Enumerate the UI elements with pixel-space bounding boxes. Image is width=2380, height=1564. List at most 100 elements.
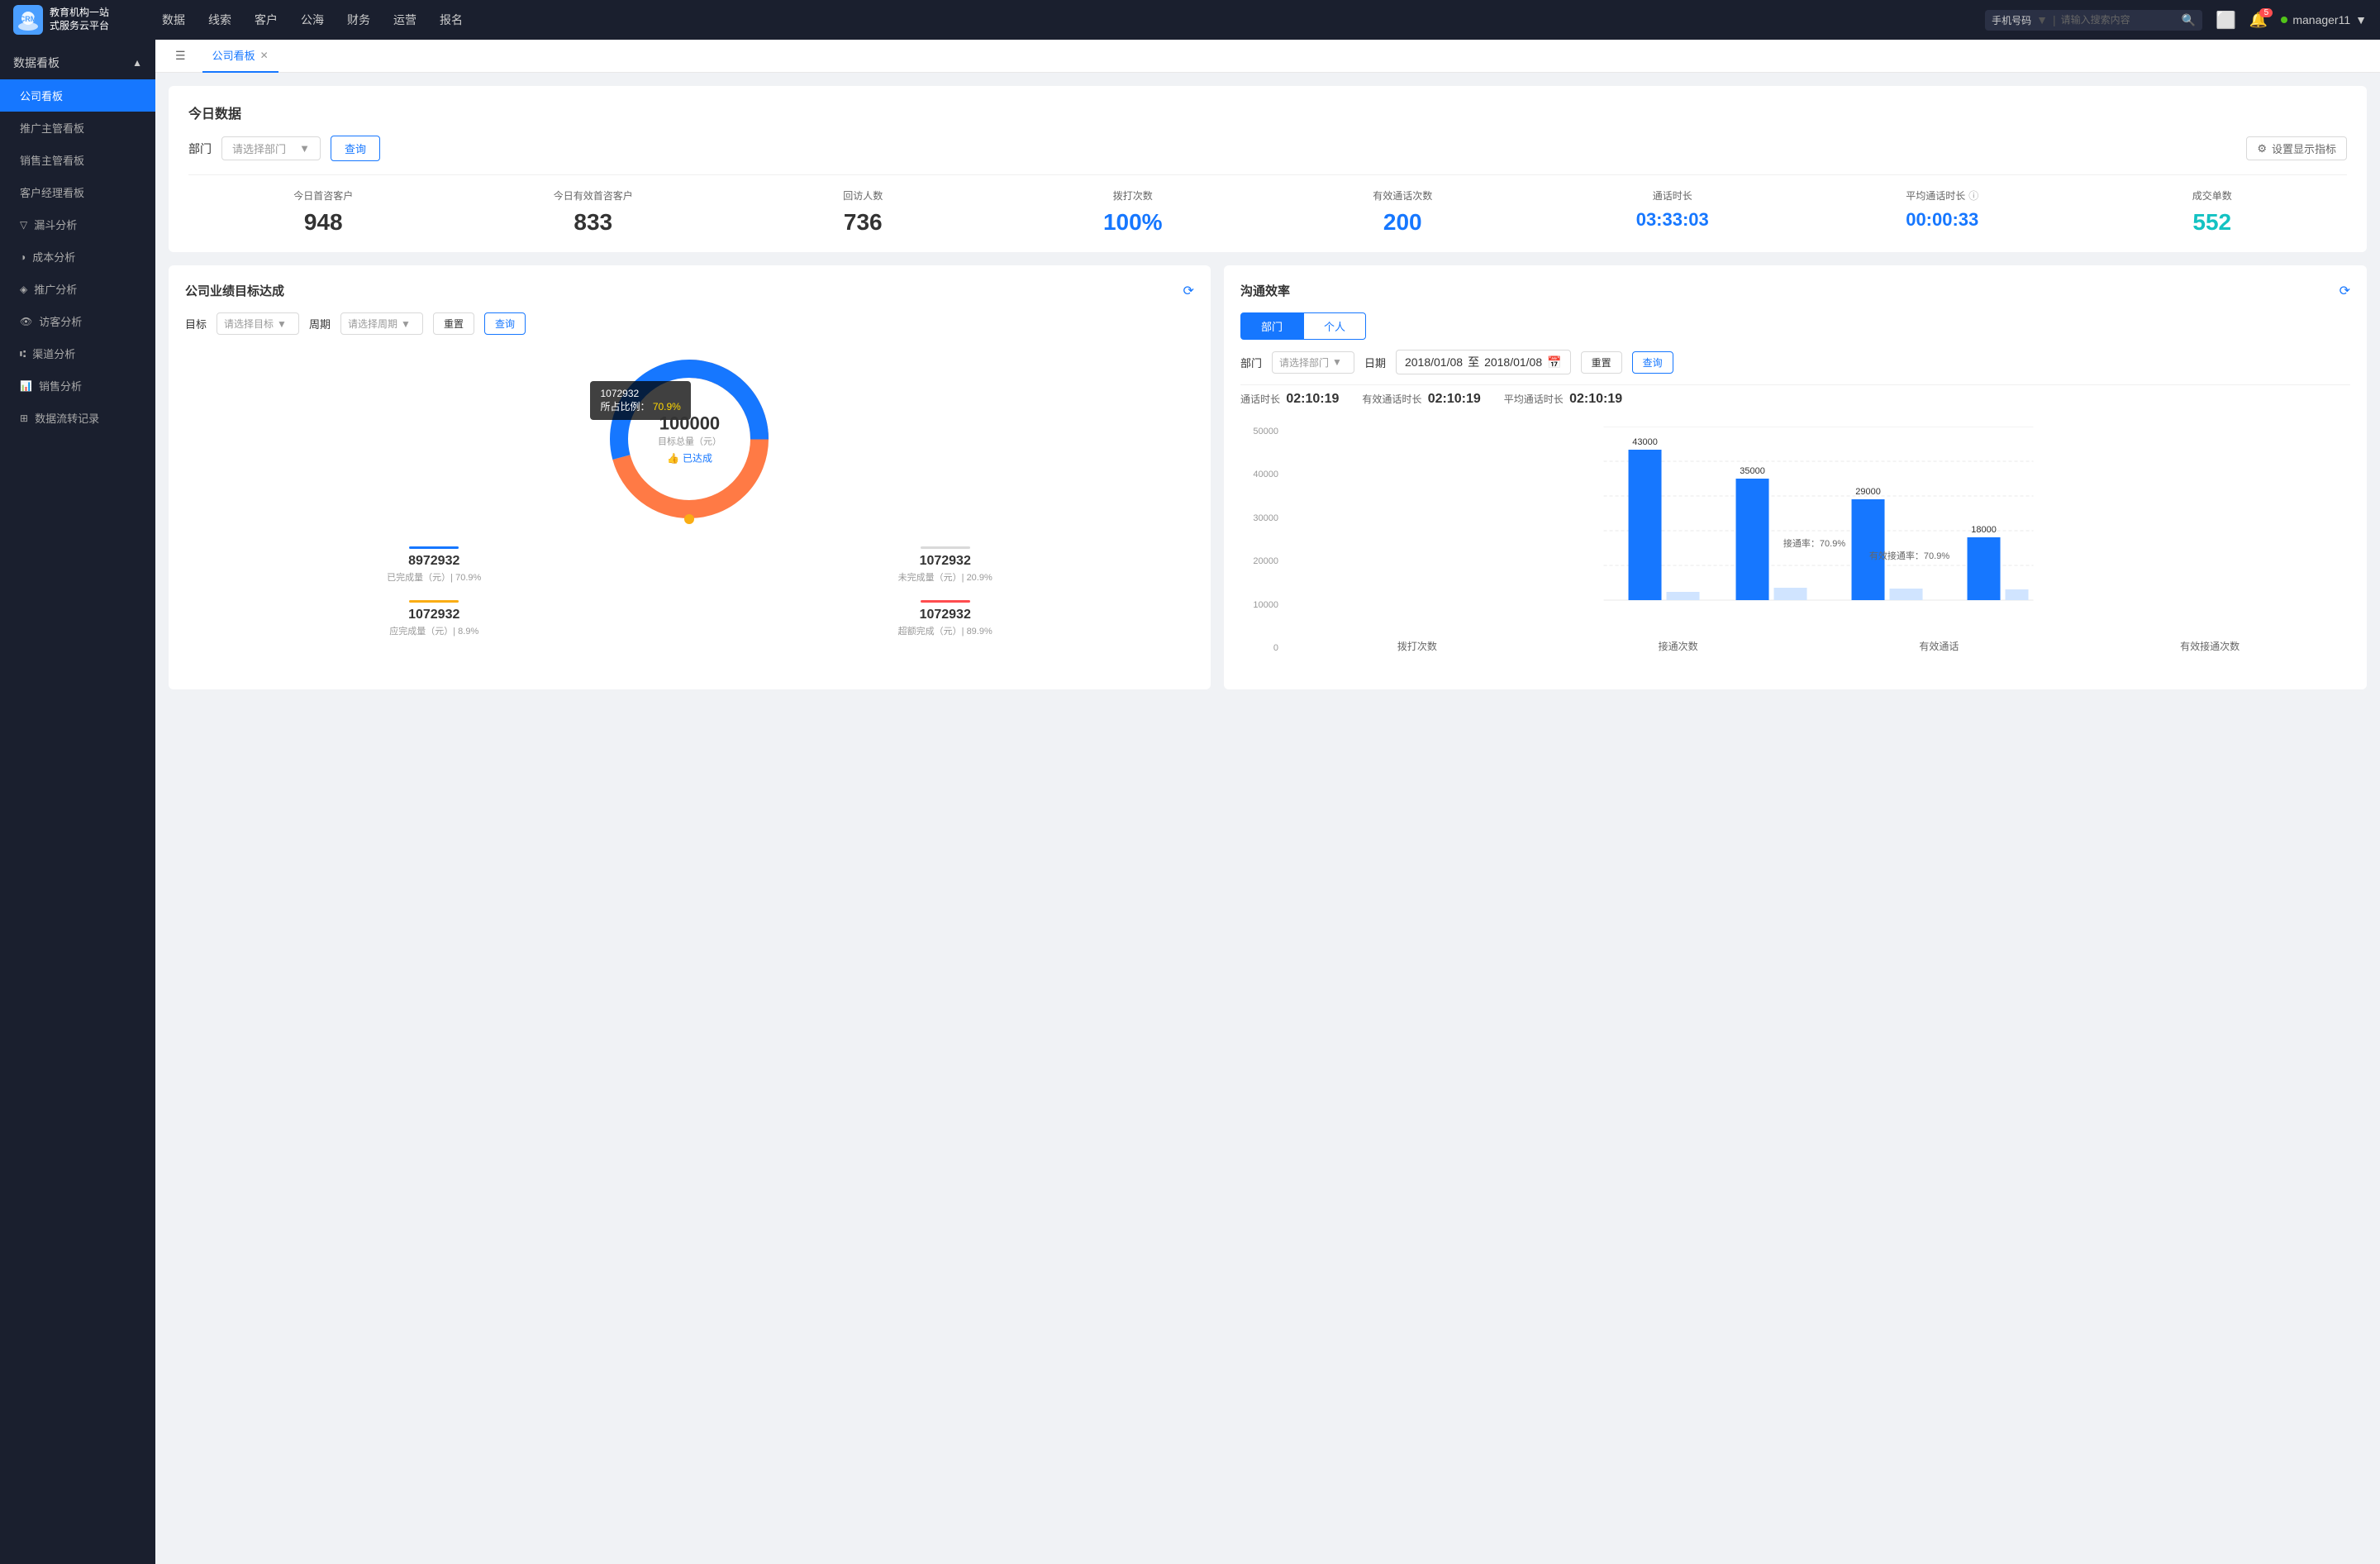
target-refresh-icon[interactable]: ⟳ xyxy=(1183,283,1194,299)
notification-icon[interactable]: 🔔 5 xyxy=(2249,12,2268,29)
nav-customers[interactable]: 客户 xyxy=(255,12,278,28)
sidebar-item-data-flow[interactable]: ⊞ 数据流转记录 xyxy=(0,402,155,434)
sidebar-item-visitor[interactable]: 👁 访客分析 xyxy=(0,305,155,337)
nav-operations[interactable]: 运营 xyxy=(393,12,416,28)
search-type-select[interactable]: 手机号码 xyxy=(1992,13,2031,27)
nav-leads[interactable]: 线索 xyxy=(208,12,231,28)
dept-select[interactable]: 请选择部门 ▼ xyxy=(221,136,321,160)
search-input[interactable] xyxy=(2061,14,2177,26)
today-data-card: 今日数据 部门 请选择部门 ▼ 查询 ⚙ 设置显示指标 xyxy=(169,86,2367,252)
target-panel-title: 公司业绩目标达成 xyxy=(185,282,284,299)
username: manager11 xyxy=(2292,13,2350,26)
eff-effective-value: 02:10:19 xyxy=(1428,392,1481,406)
metric-value: 03:33:03 xyxy=(1538,209,1808,231)
stat-bar-red xyxy=(921,600,970,603)
monitor-icon[interactable]: ⬜ xyxy=(2216,10,2236,31)
target-reset-button[interactable]: 重置 xyxy=(433,312,474,335)
user-dropdown-icon: ▼ xyxy=(2355,13,2367,26)
sidebar-item-sales-manager[interactable]: 销售主管看板 xyxy=(0,144,155,176)
bar-dial-value: 43000 xyxy=(1632,437,1658,447)
x-axis-labels: 拨打次数 接通次数 有效通话 有效接通次数 xyxy=(1287,639,2350,653)
period-select[interactable]: 请选择周期 ▼ xyxy=(340,312,423,335)
sidebar-item-promo-manager[interactable]: 推广主管看板 xyxy=(0,112,155,144)
metric-avg-duration: 平均通话时长 ⓘ 00:00:33 xyxy=(1807,188,2078,236)
main-content: 今日数据 部门 请选择部门 ▼ 查询 ⚙ 设置显示指标 xyxy=(155,73,2380,1564)
efficiency-tabs: 部门 个人 xyxy=(1240,312,2350,340)
bottom-panels: 公司业绩目标达成 ⟳ 目标 请选择目标 ▼ 周期 请选择周期 ▼ xyxy=(169,265,2367,689)
sidebar-section-header[interactable]: 数据看板 ▲ xyxy=(0,46,155,79)
sidebar-item-channel[interactable]: ⑆ 渠道分析 xyxy=(0,337,155,370)
target-select[interactable]: 请选择目标 ▼ xyxy=(217,312,299,335)
nav-links: 数据 线索 客户 公海 财务 运营 报名 xyxy=(145,12,1985,28)
sidebar-item-cost[interactable]: ◑ 成本分析 xyxy=(0,241,155,273)
tooltip-ratio: 所占比例： 70.9% xyxy=(600,399,680,413)
eff-dept-select[interactable]: 请选择部门 ▼ xyxy=(1272,351,1354,374)
nav-finance[interactable]: 财务 xyxy=(347,12,370,28)
stat-num: 8972932 xyxy=(185,554,683,569)
hamburger-menu[interactable]: ☰ xyxy=(169,45,193,66)
stat-num: 1072932 xyxy=(696,554,1193,569)
stat-should-complete: 1072932 应完成量（元）| 8.9% xyxy=(185,597,683,637)
metric-effective-calls: 有效通话次数 200 xyxy=(1268,188,1538,236)
metric-label: 平均通话时长 ⓘ xyxy=(1807,188,2078,203)
metric-value: 100% xyxy=(998,209,1269,236)
bar-effective-value: 29000 xyxy=(1855,487,1881,497)
metric-effective-consult: 今日有效首咨客户 833 xyxy=(459,188,729,236)
tab-close-icon[interactable]: ✕ xyxy=(260,50,269,61)
metric-label: 今日首咨客户 xyxy=(188,188,459,203)
donut-center-label: 目标总量（元） xyxy=(658,435,721,448)
nav-right: 手机号码 ▼ | 🔍 ⬜ 🔔 5 manager11 ▼ xyxy=(1985,10,2367,31)
eff-dept-label: 部门 xyxy=(1240,355,1262,370)
eff-dept-placeholder: 请选择部门 xyxy=(1279,355,1329,370)
stat-num: 1072932 xyxy=(696,608,1193,622)
y-label-3: 30000 xyxy=(1240,513,1278,523)
bar-connect-blue xyxy=(1735,479,1768,600)
x-label-eff-connect: 有效接通次数 xyxy=(2180,639,2240,653)
logo: CRM 教育机构一站 式服务云平台 xyxy=(13,5,145,35)
metrics-row: 今日首咨客户 948 今日有效首咨客户 833 回访人数 736 拨打次数 10… xyxy=(188,174,2347,236)
stat-desc: 已完成量（元）| 70.9% xyxy=(185,570,683,584)
tab-company-board[interactable]: 公司看板 ✕ xyxy=(202,40,278,73)
donut-chart-area: 1072932 所占比例： 70.9% xyxy=(185,348,1194,530)
today-section-title: 今日数据 xyxy=(188,103,241,122)
nav-public-sea[interactable]: 公海 xyxy=(301,12,324,28)
donut-container: 1072932 所占比例： 70.9% xyxy=(598,348,780,530)
donut-achieved: 👍 已达成 xyxy=(658,451,721,465)
nav-enrollment[interactable]: 报名 xyxy=(440,12,463,28)
tab-person[interactable]: 个人 xyxy=(1303,312,1366,340)
bar-chart-svg: 43000 35000 接通率：70.9% 29000 有效接通率：70. xyxy=(1287,427,2350,633)
sidebar-item-company-board[interactable]: 公司看板 xyxy=(0,79,155,112)
dept-filter-row: 部门 请选择部门 ▼ 日期 2018/01/08 至 2018/01/08 📅 xyxy=(1240,350,2350,374)
y-label-5: 50000 xyxy=(1240,427,1278,436)
eff-call-value: 02:10:19 xyxy=(1286,392,1339,406)
metric-value: 833 xyxy=(459,209,729,236)
tab-dept[interactable]: 部门 xyxy=(1240,312,1303,340)
eff-query-button[interactable]: 查询 xyxy=(1632,351,1673,374)
sidebar-item-label: 销售主管看板 xyxy=(20,152,84,168)
efficiency-refresh-icon[interactable]: ⟳ xyxy=(2340,283,2350,299)
svg-text:CRM: CRM xyxy=(20,15,37,23)
sidebar-item-sales[interactable]: 📊 销售分析 xyxy=(0,370,155,402)
date-range-picker[interactable]: 2018/01/08 至 2018/01/08 📅 xyxy=(1396,350,1571,374)
sidebar-item-account-manager[interactable]: 客户经理看板 xyxy=(0,176,155,208)
sidebar-item-promo[interactable]: ◈ 推广分析 xyxy=(0,273,155,305)
donut-center-value: 100000 xyxy=(658,413,721,435)
today-query-button[interactable]: 查询 xyxy=(331,136,380,161)
info-icon: ⓘ xyxy=(1968,188,1978,203)
settings-display-button[interactable]: ⚙ 设置显示指标 xyxy=(2246,136,2347,160)
bar-effective-blue xyxy=(1851,499,1884,600)
eff-reset-button[interactable]: 重置 xyxy=(1581,351,1622,374)
stat-desc: 超额完成（元）| 89.9% xyxy=(696,624,1193,637)
eff-date-label: 日期 xyxy=(1364,355,1386,370)
metric-value: 200 xyxy=(1268,209,1538,236)
sidebar-item-label: 公司看板 xyxy=(20,88,63,103)
user-area[interactable]: manager11 ▼ xyxy=(2281,13,2367,26)
nav-data[interactable]: 数据 xyxy=(162,12,185,28)
bar-eff-connect-blue xyxy=(1967,537,2000,600)
notification-badge: 5 xyxy=(2259,8,2273,17)
bar-connect-value: 35000 xyxy=(1740,466,1765,476)
search-icon[interactable]: 🔍 xyxy=(2182,13,2196,27)
target-query-button[interactable]: 查询 xyxy=(484,312,526,335)
bar-eff-connect-light xyxy=(2005,589,2028,600)
sidebar-item-funnel[interactable]: ▽ 漏斗分析 xyxy=(0,208,155,241)
